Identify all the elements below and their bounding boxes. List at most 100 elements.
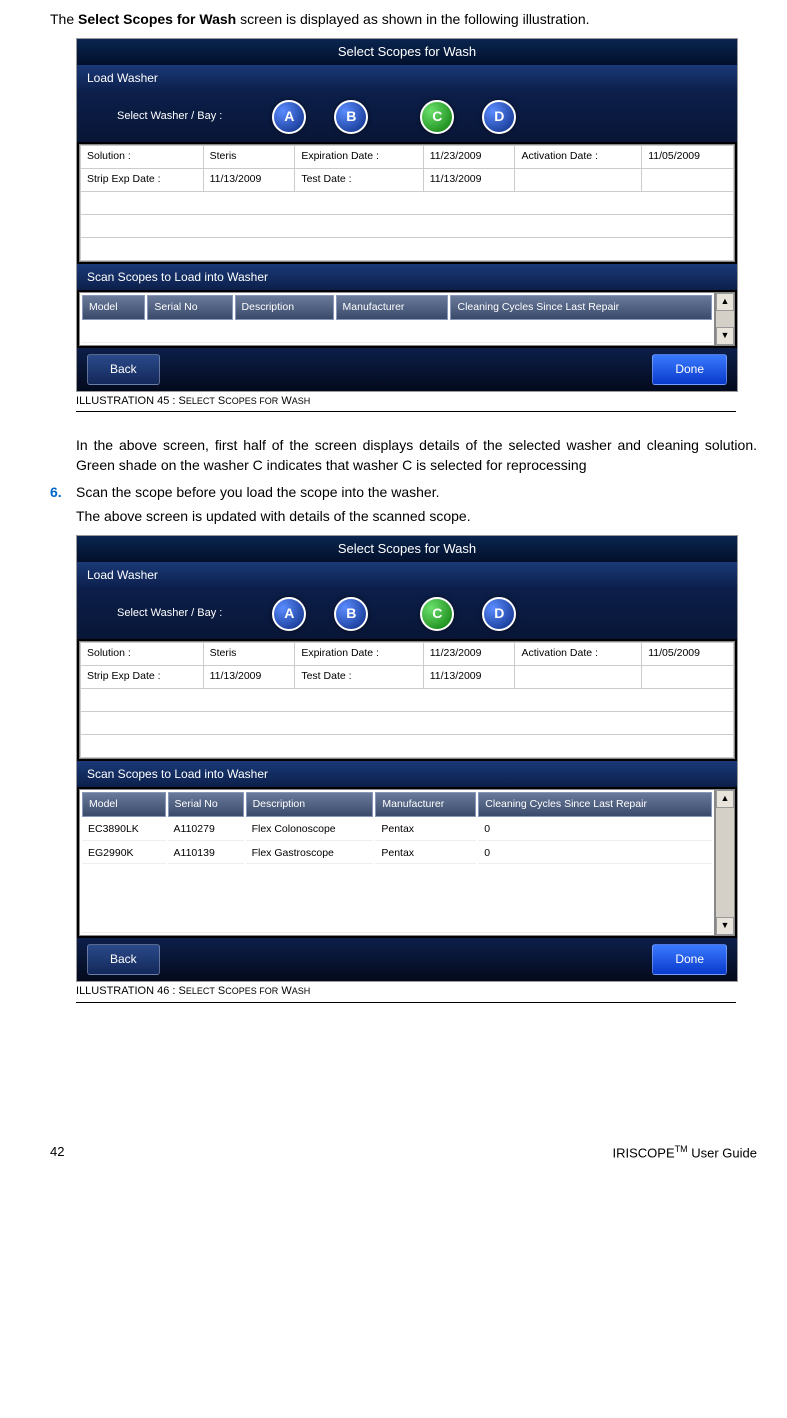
blank-cell (515, 168, 642, 191)
mid-text: In the above screen, first half of the s… (76, 436, 757, 475)
expiration-value: 11/23/2009 (423, 145, 515, 168)
cell-manufacturer: Pentax (375, 843, 476, 865)
guide-suffix: User Guide (688, 1145, 757, 1160)
select-bay-label: Select Washer / Bay : (117, 606, 222, 621)
scroll-up-icon[interactable]: ▲ (716, 293, 734, 311)
load-washer-header: Load Washer (77, 65, 737, 92)
activation-value: 11/05/2009 (642, 642, 734, 665)
strip-value: 11/13/2009 (203, 168, 295, 191)
scan-scopes-header: Scan Scopes to Load into Washer (77, 264, 737, 291)
load-washer-header: Load Washer (77, 562, 737, 589)
scroll-down-icon[interactable]: ▼ (716, 327, 734, 345)
col-manufacturer: Manufacturer (336, 295, 449, 320)
solution-label: Solution : (81, 642, 204, 665)
bay-d-button[interactable]: D (482, 597, 516, 631)
cell-cycles: 0 (478, 819, 712, 841)
done-button[interactable]: Done (652, 354, 727, 385)
washer-info-table: Solution : Steris Expiration Date : 11/2… (79, 144, 735, 262)
col-cycles: Cleaning Cycles Since Last Repair (450, 295, 712, 320)
table-row[interactable]: EG2990K A110139 Flex Gastroscope Pentax … (82, 843, 712, 865)
intro-text: The Select Scopes for Wash screen is dis… (50, 10, 757, 30)
page-footer: 42 IRISCOPETM User Guide (50, 1143, 757, 1163)
bay-c-button[interactable]: C (420, 100, 454, 134)
blank-row (81, 688, 734, 711)
blank-cell (642, 168, 734, 191)
test-label: Test Date : (295, 665, 423, 688)
bay-a-button[interactable]: A (272, 100, 306, 134)
blank-cell (515, 665, 642, 688)
scroll-up-icon[interactable]: ▲ (716, 790, 734, 808)
expiration-value: 11/23/2009 (423, 642, 515, 665)
expiration-label: Expiration Date : (295, 145, 423, 168)
bay-selector-row: Select Washer / Bay : A B C D (77, 589, 737, 639)
button-row: Back Done (77, 938, 737, 981)
activation-value: 11/05/2009 (642, 145, 734, 168)
cell-manufacturer: Pentax (375, 819, 476, 841)
col-serial: Serial No (147, 295, 232, 320)
scopes-table: Model Serial No Description Manufacturer… (79, 789, 715, 936)
done-button[interactable]: Done (652, 944, 727, 975)
activation-label: Activation Date : (515, 642, 642, 665)
blank-row (81, 237, 734, 260)
blank-row (81, 711, 734, 734)
bay-a-button[interactable]: A (272, 597, 306, 631)
blank-row (81, 734, 734, 757)
bay-b-button[interactable]: B (334, 597, 368, 631)
test-value: 11/13/2009 (423, 665, 515, 688)
step-text-a: Scan the scope before you load the scope… (76, 483, 757, 503)
scrollbar[interactable]: ▲ ▼ (715, 292, 735, 346)
solution-label: Solution : (81, 145, 204, 168)
window-title: Select Scopes for Wash (77, 39, 737, 65)
empty-space (82, 866, 712, 933)
cell-model: EC3890LK (82, 819, 166, 841)
scroll-down-icon[interactable]: ▼ (716, 917, 734, 935)
col-manufacturer: Manufacturer (375, 792, 476, 817)
blank-row (81, 214, 734, 237)
solution-value: Steris (203, 642, 295, 665)
scan-scopes-header: Scan Scopes to Load into Washer (77, 761, 737, 788)
scopes-table: Model Serial No Description Manufacturer… (79, 292, 715, 346)
activation-label: Activation Date : (515, 145, 642, 168)
intro-pre: The (50, 11, 78, 27)
screenshot-46: Select Scopes for Wash Load Washer Selec… (76, 535, 738, 983)
washer-info-table: Solution : Steris Expiration Date : 11/2… (79, 641, 735, 759)
guide-title: IRISCOPETM User Guide (613, 1143, 758, 1163)
screenshot-45: Select Scopes for Wash Load Washer Selec… (76, 38, 738, 392)
back-button[interactable]: Back (87, 944, 160, 975)
product-name: IRISCOPE (613, 1145, 675, 1160)
empty-grid (82, 322, 712, 343)
solution-value: Steris (203, 145, 295, 168)
cell-description: Flex Gastroscope (246, 843, 374, 865)
blank-row (81, 191, 734, 214)
select-bay-label: Select Washer / Bay : (117, 109, 222, 124)
page-number: 42 (50, 1143, 64, 1163)
col-model: Model (82, 792, 166, 817)
caption-45: ILLUSTRATION 45 : SELECT SCOPES FOR WASH (76, 394, 736, 412)
cell-cycles: 0 (478, 843, 712, 865)
back-button[interactable]: Back (87, 354, 160, 385)
col-cycles: Cleaning Cycles Since Last Repair (478, 792, 712, 817)
strip-label: Strip Exp Date : (81, 665, 204, 688)
cell-description: Flex Colonoscope (246, 819, 374, 841)
table-row[interactable]: EC3890LK A110279 Flex Colonoscope Pentax… (82, 819, 712, 841)
expiration-label: Expiration Date : (295, 642, 423, 665)
bay-c-button[interactable]: C (420, 597, 454, 631)
test-label: Test Date : (295, 168, 423, 191)
cell-serial: A110139 (168, 843, 244, 865)
cell-model: EG2990K (82, 843, 166, 865)
blank-cell (642, 665, 734, 688)
col-description: Description (246, 792, 374, 817)
button-row: Back Done (77, 348, 737, 391)
caption-46: ILLUSTRATION 46 : SELECT SCOPES FOR WASH (76, 984, 736, 1002)
bay-b-button[interactable]: B (334, 100, 368, 134)
bay-selector-row: Select Washer / Bay : A B C D (77, 92, 737, 142)
col-serial: Serial No (168, 792, 244, 817)
strip-label: Strip Exp Date : (81, 168, 204, 191)
strip-value: 11/13/2009 (203, 665, 295, 688)
col-model: Model (82, 295, 145, 320)
intro-post: screen is displayed as shown in the foll… (236, 11, 589, 27)
bay-d-button[interactable]: D (482, 100, 516, 134)
window-title: Select Scopes for Wash (77, 536, 737, 562)
scrollbar[interactable]: ▲ ▼ (715, 789, 735, 936)
step-text-b: The above screen is updated with details… (76, 507, 757, 527)
